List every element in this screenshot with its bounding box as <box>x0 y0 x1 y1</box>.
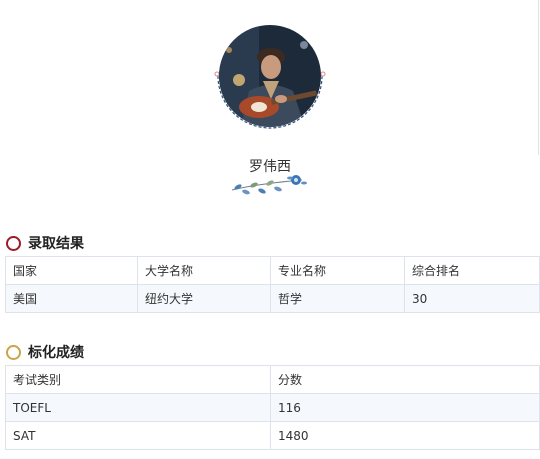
profile-header: 罗伟西 <box>0 0 540 220</box>
column-header: 大学名称 <box>137 256 271 285</box>
ring-bullet-icon <box>6 235 21 251</box>
floral-ornament-icon <box>231 175 307 195</box>
avatar <box>219 25 321 127</box>
table-cell: TOEFL <box>5 393 271 422</box>
table-cell: 美国 <box>5 284 138 313</box>
column-header: 国家 <box>5 256 138 285</box>
table-cell: 1480 <box>270 421 540 450</box>
scores-title-text: 标化成绩 <box>28 345 84 361</box>
table-row: 美国 纽约大学 哲学 30 <box>5 284 540 313</box>
column-header: 分数 <box>270 365 540 394</box>
column-header: 专业名称 <box>270 256 405 285</box>
table-header-row: 考试类别 分数 <box>5 365 540 394</box>
table-cell: SAT <box>5 421 271 450</box>
scores-table: 考试类别 分数 TOEFL 116 SAT 1480 <box>5 365 540 450</box>
table-cell: 哲学 <box>270 284 405 313</box>
table-cell: 纽约大学 <box>137 284 271 313</box>
column-header: 考试类别 <box>5 365 271 394</box>
table-row: TOEFL 116 <box>5 393 540 422</box>
ring-bullet-icon <box>6 344 21 360</box>
admission-section-title: 录取结果 <box>6 234 84 252</box>
column-header: 综合排名 <box>404 256 540 285</box>
scores-section-title: 标化成绩 <box>6 343 84 361</box>
admission-table: 国家 大学名称 专业名称 综合排名 美国 纽约大学 哲学 30 <box>5 256 540 313</box>
admission-title-text: 录取结果 <box>28 236 84 252</box>
table-cell: 30 <box>404 284 540 313</box>
table-header-row: 国家 大学名称 专业名称 综合排名 <box>5 256 540 285</box>
table-cell: 116 <box>270 393 540 422</box>
table-row: SAT 1480 <box>5 421 540 450</box>
